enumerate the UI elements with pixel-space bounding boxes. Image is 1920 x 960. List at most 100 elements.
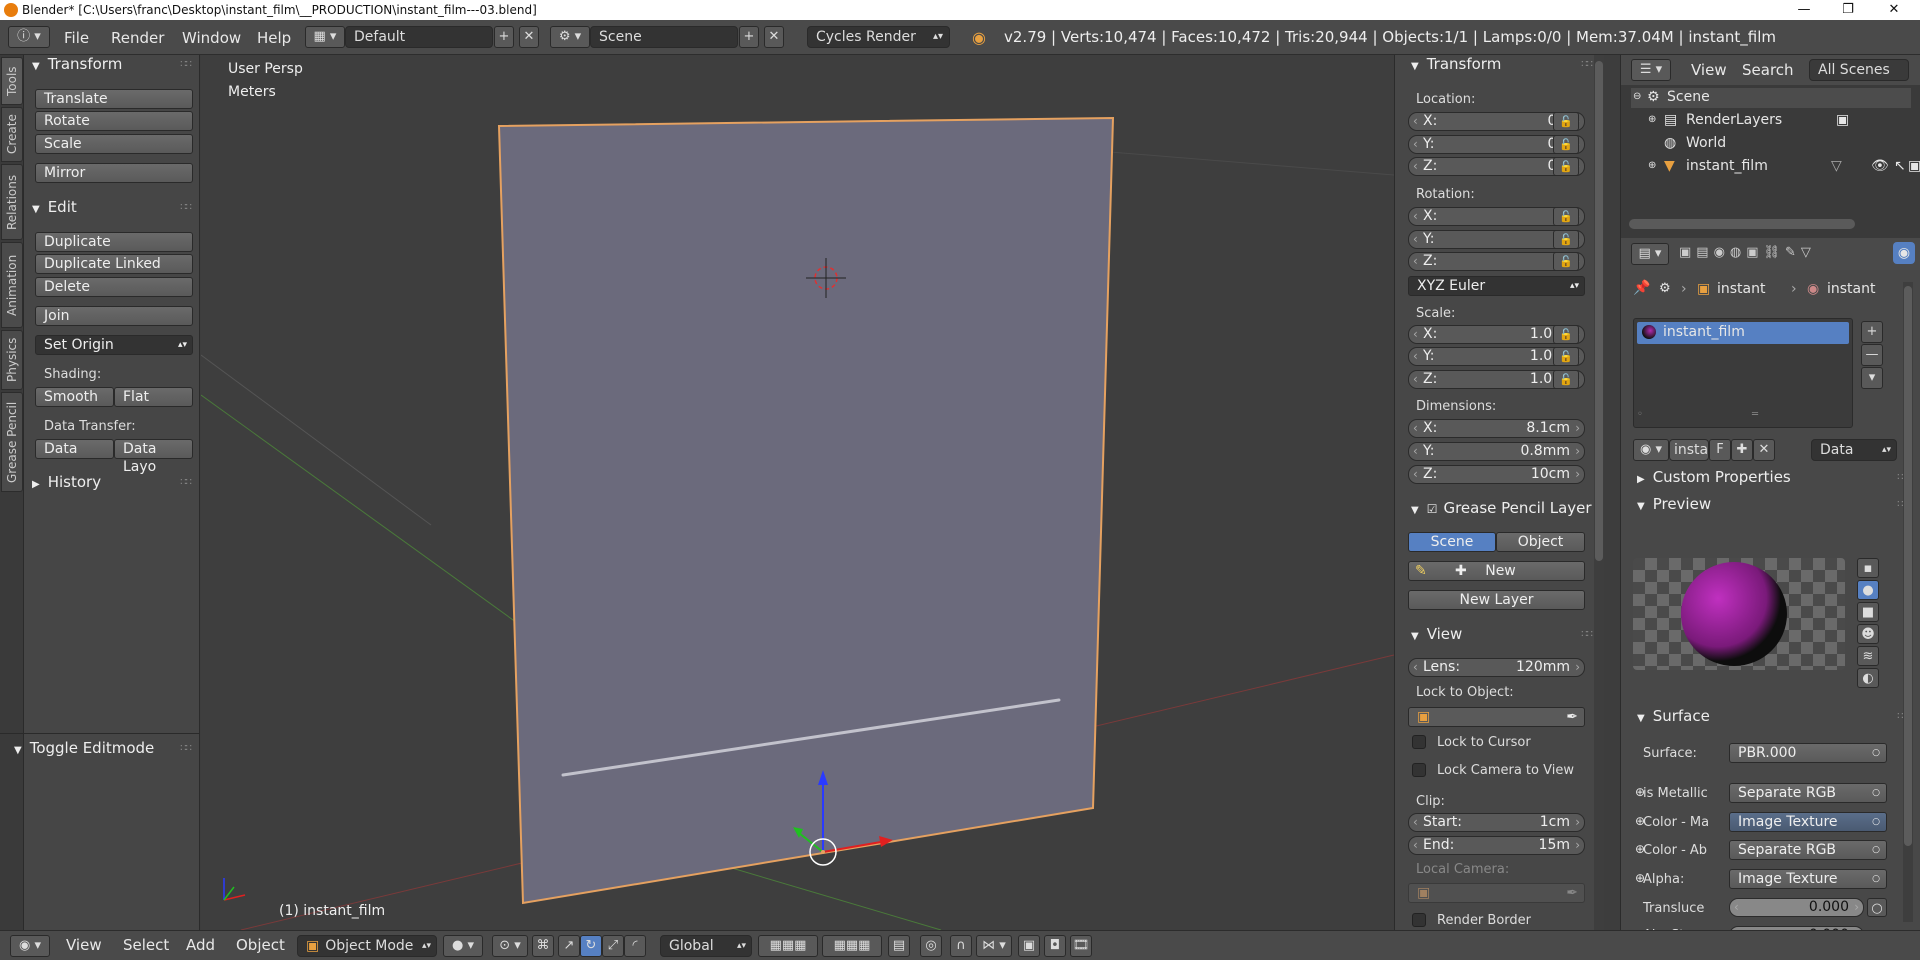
lock-icon[interactable]: 🔓 [1553,347,1579,366]
new-material-icon[interactable]: ✚ [1731,439,1753,461]
delete-button[interactable]: Delete [35,277,193,297]
opengl-anim-icon[interactable]: 🎞 [1070,935,1092,957]
tab-physics[interactable]: Physics [1,330,23,390]
props-context-tabs[interactable]: ▣▤◉◍▣⛓✎▽ [1679,245,1816,260]
material-slot-row[interactable]: instant_film [1637,322,1849,344]
close-button[interactable]: ✕ [1872,0,1916,20]
props-scrollbar[interactable] [1903,282,1913,922]
outliner-row-scene[interactable]: ⊖ ⚙ Scene [1631,88,1911,108]
instant-film-plane[interactable] [497,116,1115,905]
data-layout-button[interactable]: Data Layo [114,439,193,475]
surface-select[interactable]: PBR.000 ○ [1729,743,1887,763]
visibility-eye-icon[interactable]: 👁 [1871,158,1889,174]
tab-relations[interactable]: Relations [1,164,23,240]
history-panel-header[interactable]: ▶ History [32,473,101,491]
join-button[interactable]: Join [35,306,193,326]
grip-icon[interactable]: ∷∷ [180,59,192,70]
pivot-point-icon[interactable]: ⊙ ▾ [492,935,528,957]
outliner-row-renderlayers[interactable]: ⊕ ▤ RenderLayers ▣ [1646,111,1886,131]
custom-properties-header[interactable]: ▶ Custom Properties [1637,468,1791,486]
duplicate-linked-button[interactable]: Duplicate Linked [35,254,193,274]
menu-render[interactable]: Render [111,29,164,47]
new-layer-button[interactable]: New Layer [1408,590,1585,610]
tab-tools[interactable]: Tools [1,57,23,105]
menu-help[interactable]: Help [257,29,291,47]
collapse-icon[interactable]: ⊖ [1633,91,1641,102]
grease-object-tab[interactable]: Object [1496,532,1585,552]
list-resize-icon[interactable]: ═ [1752,409,1758,420]
menu-view[interactable]: View [66,936,102,954]
render-engine-select[interactable]: Cycles Render ▴▾ [807,26,950,48]
browse-material-icon[interactable]: ◉ ▾ [1633,439,1669,461]
shading-mode-icon[interactable]: ● ▾ [443,935,483,957]
outliner-view-menu[interactable]: View [1691,61,1727,79]
render-preview-icon[interactable]: ▣ [1018,935,1040,957]
grip-icon[interactable]: ∷∷ [1581,629,1593,640]
unlink-material-icon[interactable]: ✕ [1753,439,1775,461]
outliner-type-icon[interactable]: ☰ ▾ [1631,59,1671,81]
expand-icon[interactable]: ⊕ [1648,160,1656,171]
lock-to-cursor-checkbox[interactable] [1412,735,1426,749]
npanel-scrollbar[interactable] [1594,55,1604,930]
snap-icon[interactable]: ∩ [950,935,972,957]
preview-hair-icon[interactable]: ≋ [1857,646,1879,666]
edit-panel-header[interactable]: ▼ Edit [32,198,77,216]
expand-icon[interactable]: ⊕ [1648,114,1656,125]
layers-grid-2-icon[interactable]: ▦▦▦ [822,935,882,957]
outliner-row-instant-film[interactable]: ⊕ ▼ instant_film ▽ 👁 ↖ ▣ [1646,157,1920,177]
preview-sphere-icon[interactable]: ● [1857,580,1879,600]
grease-pencil-layer-header[interactable]: ▼ ☑ Grease Pencil Layer [1411,499,1592,517]
manipulator-toggle-icon[interactable]: ⌘ [532,935,554,957]
select-cursor-icon[interactable]: ↖ [1894,158,1906,174]
render-camera-icon[interactable]: ▣ [1908,158,1920,174]
material-tab-icon[interactable]: ◉ [1893,242,1915,264]
grease-new-button[interactable]: ✎ ✚ New [1408,561,1585,581]
lock-icon[interactable]: 🔓 [1553,325,1579,344]
3d-viewport[interactable]: User Persp Meters (1) instant_film [201,55,1394,930]
n-transform-header[interactable]: ▼ Transform [1411,55,1501,73]
socket-link-select[interactable]: Separate RGB ○ [1729,840,1887,860]
rotate-manipulator-icon[interactable]: ↻ [580,935,602,957]
material-name-field[interactable]: insta [1669,439,1709,461]
dimension-z-field[interactable]: Z: 10cm [1408,465,1585,484]
tab-grease-pencil[interactable]: Grease Pencil [1,392,23,492]
rotation-mode-select[interactable]: XYZ Euler ▴▾ [1408,276,1585,296]
smooth-button[interactable]: Smooth [35,387,114,407]
dimension-x-field[interactable]: X: 8.1cm [1408,419,1585,438]
render-border-checkbox[interactable] [1412,913,1426,927]
preview-flat-icon[interactable]: ▪ [1857,558,1879,578]
translate-manipulator-icon[interactable]: ↗ [558,935,580,957]
mode-select[interactable]: ▣ Object Mode ▴▾ [297,935,437,957]
outliner-search-menu[interactable]: Search [1742,61,1794,79]
view-panel-header[interactable]: ▼ View [1411,625,1462,643]
editor-type-3d-icon[interactable]: ◉ ▾ [10,935,50,957]
snap-element-icon[interactable]: ⋈ ▾ [976,935,1012,957]
lock-icon[interactable]: 🔓 [1553,135,1579,154]
proportional-edit-icon[interactable]: ◎ [920,935,942,957]
lock-camera-checkbox[interactable] [1412,763,1426,777]
data-transfer-button[interactable]: Data [35,439,114,459]
outliner-row-world[interactable]: ◍ World [1646,134,1886,154]
pin-icon[interactable]: 📌 [1633,280,1650,296]
socket-link-select[interactable]: Image Texture ○ [1729,869,1887,889]
orientation-select[interactable]: Global ▴▾ [660,935,752,957]
scene-icon[interactable]: ⚙ ▾ [550,26,590,48]
duplicate-button[interactable]: Duplicate [35,232,193,252]
set-origin-select[interactable]: Set Origin ▴▾ [35,335,193,355]
layers-grid-1-icon[interactable]: ▦▦▦ [758,935,818,957]
socket-link-icon[interactable]: ○ [1867,898,1887,917]
scale-manipulator-icon[interactable]: ⤢ [602,935,624,957]
outliner-filter-select[interactable]: All Scenes [1809,59,1909,81]
props-type-icon[interactable]: ▤ ▾ [1631,243,1669,265]
menu-object[interactable]: Object [236,936,285,954]
grease-scene-tab[interactable]: Scene [1408,532,1496,552]
lock-icon[interactable]: 🔓 [1553,252,1579,271]
lock-icon[interactable]: 🔓 [1553,112,1579,131]
menu-add[interactable]: Add [186,936,215,954]
lock-icon[interactable]: 🔓 [1553,157,1579,176]
preview-monkey-icon[interactable]: ☻ [1857,624,1879,644]
scale-button[interactable]: Scale [35,134,193,154]
remove-scene-icon[interactable]: ✕ [764,26,784,48]
add-layout-icon[interactable]: + [494,26,514,48]
screen-layout-field[interactable]: Default [345,26,493,48]
